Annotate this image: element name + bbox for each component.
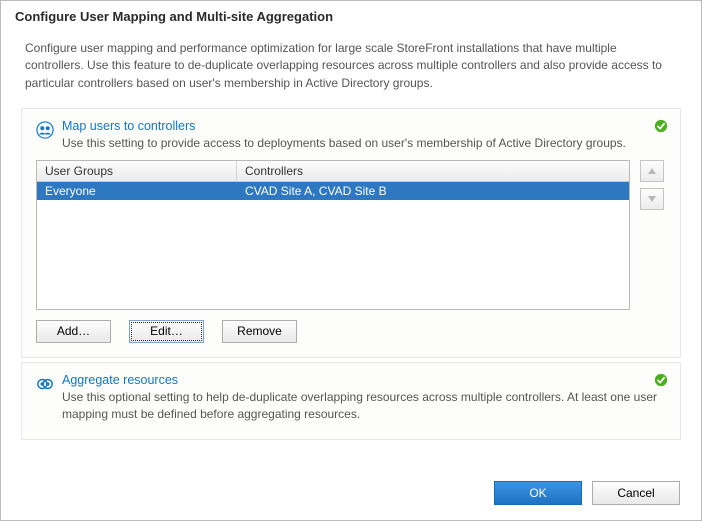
aggregate-section: Aggregate resources Use this optional se… — [21, 362, 681, 440]
ok-button[interactable]: OK — [494, 481, 582, 505]
move-up-button[interactable] — [640, 160, 664, 182]
cancel-button[interactable]: Cancel — [592, 481, 680, 505]
aggregate-icon — [36, 375, 54, 393]
intro-description: Configure user mapping and performance o… — [1, 30, 701, 96]
map-users-section: Map users to controllers Use this settin… — [21, 108, 681, 358]
cell-controllers: CVAD Site A, CVAD Site B — [237, 182, 629, 200]
map-users-desc: Use this setting to provide access to de… — [62, 135, 664, 152]
table-row[interactable]: Everyone CVAD Site A, CVAD Site B — [37, 182, 629, 200]
aggregate-link[interactable]: Aggregate resources — [62, 373, 178, 387]
status-ok-icon — [654, 119, 668, 133]
remove-button[interactable]: Remove — [222, 320, 297, 343]
aggregate-desc: Use this optional setting to help de-dup… — [62, 389, 664, 423]
mapping-table[interactable]: User Groups Controllers Everyone CVAD Si… — [36, 160, 630, 310]
col-controllers[interactable]: Controllers — [237, 161, 629, 182]
move-down-button[interactable] — [640, 188, 664, 210]
status-ok-icon — [654, 373, 668, 387]
window-title: Configure User Mapping and Multi-site Ag… — [1, 1, 701, 30]
map-users-link[interactable]: Map users to controllers — [62, 119, 195, 133]
col-user-groups[interactable]: User Groups — [37, 161, 237, 182]
edit-button[interactable]: Edit… — [129, 320, 204, 343]
cell-group: Everyone — [37, 182, 237, 200]
add-button[interactable]: Add… — [36, 320, 111, 343]
users-icon — [36, 121, 54, 139]
